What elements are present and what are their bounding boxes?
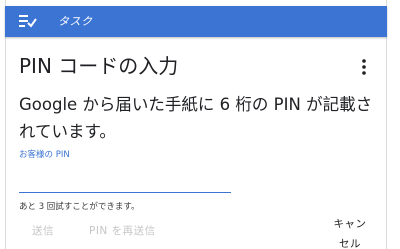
resend-pin-button[interactable]: PIN を再送信 [89, 224, 156, 238]
cancel-label-line-2: セル [339, 238, 361, 249]
attempts-remaining-text: あと 3 回試すことができます。 [19, 202, 140, 212]
more-vert-icon[interactable] [358, 58, 370, 76]
cancel-label-line-1: キャン [333, 218, 367, 230]
left-border [5, 0, 6, 249]
page-title: PIN コードの入力 [19, 54, 179, 78]
pin-input[interactable] [19, 168, 231, 193]
task-header-title: タスク [58, 15, 93, 28]
right-border [386, 0, 387, 249]
pin-field-label: お客様の PIN [19, 150, 70, 160]
page: タスク PIN コードの入力 Google から届いた手紙に 6 桁の PIN … [0, 0, 400, 249]
instruction-text: Google から届いた手紙に 6 桁の PIN が記載されています。 [19, 95, 373, 141]
cancel-button[interactable]: キャン セル [327, 214, 373, 249]
task-header-bar: タスク [5, 6, 387, 37]
send-button[interactable]: 送信 [32, 224, 54, 238]
task-list-icon[interactable] [19, 13, 37, 29]
action-row: 送信 PIN を再送信 キャン セル [0, 218, 400, 249]
